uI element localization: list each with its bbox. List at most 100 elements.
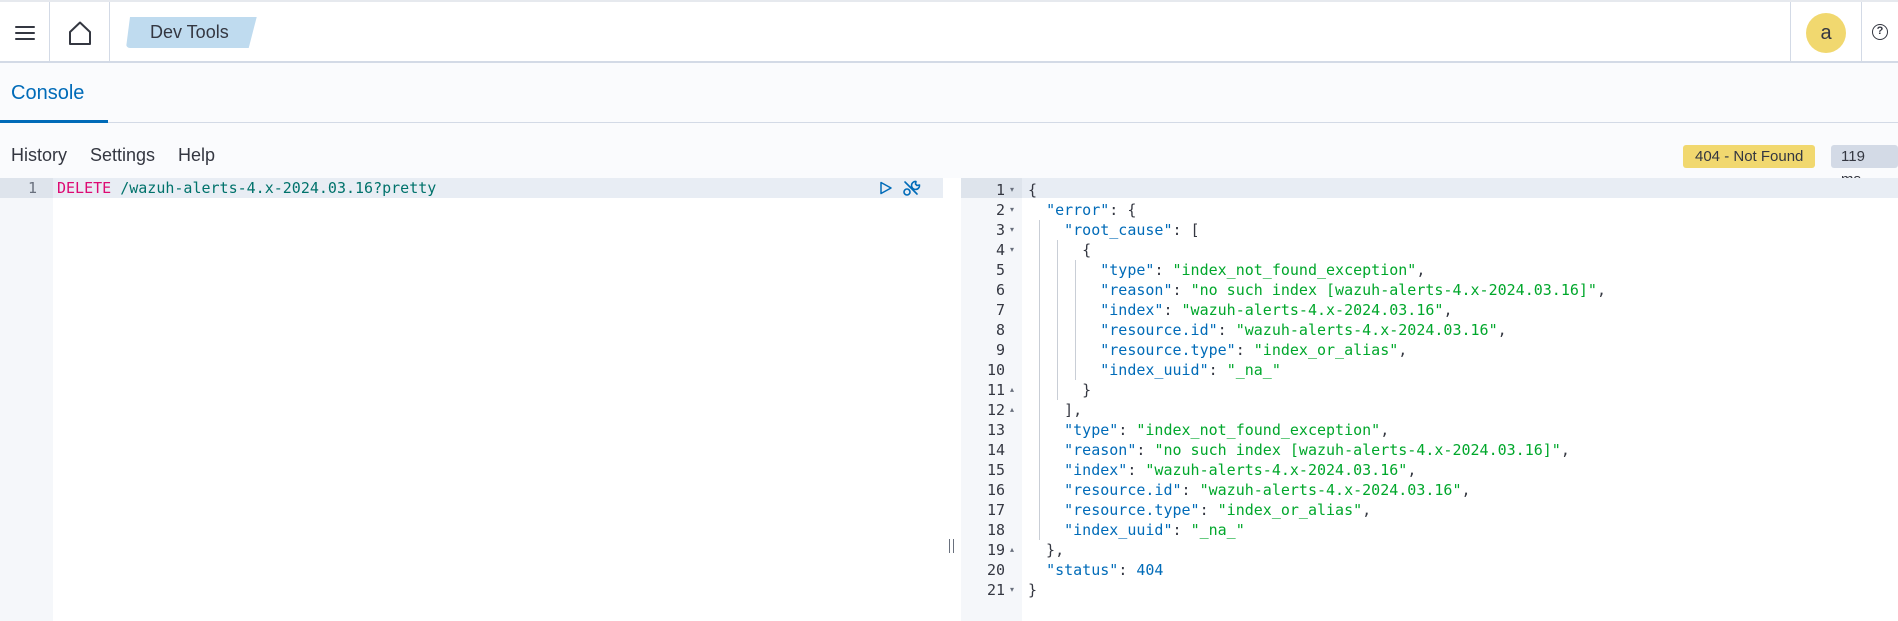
tab-console[interactable]: Console [0,63,108,123]
fold-expand-icon[interactable]: ▴ [1010,540,1014,560]
json-key: "resource.type" [1100,341,1236,359]
response-line: ], [1028,400,1082,420]
response-line: "type": "index_not_found_exception", [1028,420,1389,440]
fold-expand-icon[interactable]: ▴ [1010,400,1014,420]
response-line: "resource.type": "index_or_alias", [1028,500,1371,520]
editor-divider[interactable] [943,178,961,621]
response-line-number: 13 [986,421,1005,439]
resize-handle-icon[interactable] [949,539,954,553]
response-line-number: 1 [995,181,1005,199]
json-key: "resource.id" [1100,321,1218,339]
fold-collapse-icon[interactable]: ▾ [1010,240,1014,260]
fold-collapse-icon[interactable]: ▾ [1010,580,1014,600]
tab-bar: Console [0,63,1898,123]
response-line: "index": "wazuh-alerts-4.x-2024.03.16", [1028,460,1416,480]
response-line: "reason": "no such index [wazuh-alerts-4… [1028,280,1606,300]
home-button[interactable] [50,2,110,63]
fold-collapse-icon[interactable]: ▾ [1010,220,1014,240]
json-punct [1028,261,1100,279]
json-punct: , [1560,441,1570,459]
json-punct: , [1497,321,1507,339]
fold-collapse-icon[interactable]: ▾ [1010,200,1014,220]
request-editor[interactable]: 1 DELETE /wazuh-alerts-4.x-2024.03.16?pr… [0,178,943,621]
json-punct: , [1461,481,1471,499]
json-punct [1028,221,1064,239]
json-string: "wazuh-alerts-4.x-2024.03.16" [1181,301,1444,319]
json-string: "no such index [wazuh-alerts-4.x-2024.03… [1154,441,1561,459]
json-key: "index_uuid" [1064,521,1173,539]
json-punct: : [1163,301,1182,319]
breadcrumb-dev-tools[interactable]: Dev Tools [126,17,257,48]
json-key: "root_cause" [1064,221,1173,239]
json-punct [1028,501,1064,519]
response-line: "index": "wazuh-alerts-4.x-2024.03.16", [1028,300,1452,320]
json-punct [1028,441,1064,459]
json-string: "_na_" [1226,361,1281,379]
json-punct: : [1127,461,1146,479]
home-icon [68,21,91,45]
response-line-number: 15 [986,461,1005,479]
response-line-number: 9 [995,341,1005,359]
response-line-number: 7 [995,301,1005,319]
json-punct: { [1028,241,1092,259]
request-line-number: 1 [28,179,38,197]
json-punct: : [1118,561,1137,579]
avatar[interactable]: a [1806,12,1846,53]
response-line: "resource.type": "index_or_alias", [1028,340,1407,360]
response-line: "index_uuid": "_na_" [1028,360,1281,380]
json-punct: ], [1028,401,1083,419]
time-badge: 119 ms [1831,145,1898,188]
json-key: "reason" [1064,441,1137,459]
response-line: "root_cause": [ [1028,220,1199,240]
play-icon[interactable] [879,181,893,195]
help-icon[interactable]: ? [1872,24,1888,40]
json-key: "reason" [1100,281,1173,299]
json-punct: : [1235,341,1254,359]
json-punct: , [1596,281,1606,299]
response-editor[interactable]: 1 ▾ 2 ▾ 3 ▾ 4 ▾ 5 6 7 8 9 10 11 ▴ 12 ▴ 13 14 15 16 17 18 19 ▴ 20 21… [961,178,1898,621]
response-line-number: 8 [995,321,1005,339]
user-menu: a [1790,2,1862,63]
response-active-line [961,178,1898,198]
json-punct: : [1199,501,1218,519]
json-punct: , [1398,341,1408,359]
json-punct: , [1407,461,1417,479]
response-line-number: 6 [995,281,1005,299]
json-punct: , [1362,501,1372,519]
response-line-number: 19 [986,541,1005,559]
response-line-number: 11 [986,381,1005,399]
json-key: "resource.type" [1064,501,1200,519]
json-key: "index" [1100,301,1164,319]
response-line-number: 12 [986,401,1005,419]
request-line[interactable]: DELETE /wazuh-alerts-4.x-2024.03.16?pret… [57,178,436,198]
json-key: "index_uuid" [1100,361,1209,379]
json-string: "no such index [wazuh-alerts-4.x-2024.03… [1190,281,1597,299]
request-method: DELETE [57,179,112,197]
wrench-icon[interactable] [902,179,922,197]
response-line: "resource.id": "wazuh-alerts-4.x-2024.03… [1028,480,1471,500]
json-key: "index" [1064,461,1128,479]
json-punct [1028,321,1100,339]
json-punct: : [1172,281,1191,299]
json-punct [1028,361,1100,379]
active-gutter-highlight [0,178,53,198]
fold-collapse-icon[interactable]: ▾ [1010,180,1014,200]
response-line: "reason": "no such index [wazuh-alerts-4… [1028,440,1570,460]
json-punct: : [1217,321,1236,339]
response-line-number: 21 [986,581,1005,599]
json-string: "index_not_found_exception" [1172,261,1417,279]
response-line-number: 16 [986,481,1005,499]
json-number: 404 [1136,561,1164,579]
json-punct: : [1172,521,1191,539]
response-line-number: 2 [995,201,1005,219]
json-punct [1028,421,1064,439]
request-gutter [0,178,53,621]
json-string: "index_or_alias" [1253,341,1399,359]
json-punct: : [1154,261,1173,279]
json-punct: , [1380,421,1390,439]
fold-expand-icon[interactable]: ▴ [1010,380,1014,400]
console-menu: History Settings Help [0,123,1898,178]
menu-button[interactable] [0,2,50,63]
json-punct [1028,521,1064,539]
json-punct [1028,481,1064,499]
